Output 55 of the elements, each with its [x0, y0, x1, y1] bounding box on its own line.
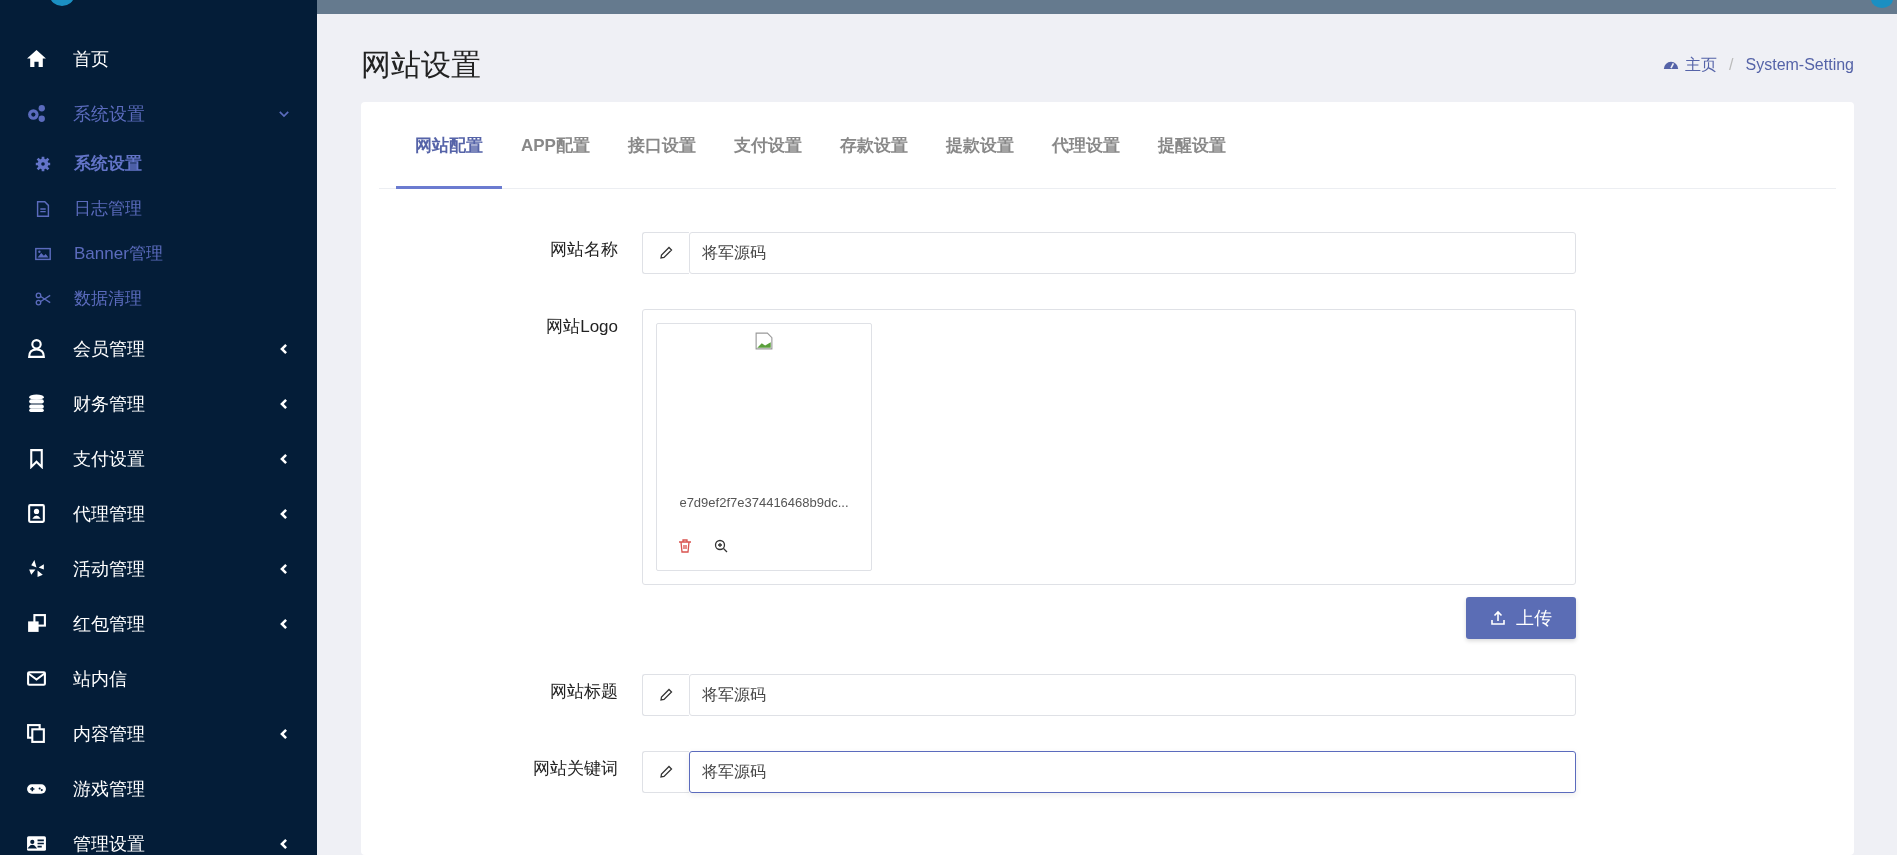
- tab[interactable]: 提款设置: [926, 102, 1033, 189]
- input-field[interactable]: 将军源码: [689, 674, 1576, 716]
- tab[interactable]: 提醒设置: [1138, 102, 1245, 189]
- clone-icon: [26, 613, 47, 634]
- user-icon: [26, 338, 47, 359]
- sidebar-item[interactable]: 代理管理: [0, 486, 317, 541]
- sidebar-item[interactable]: 首页: [0, 31, 317, 86]
- sidebar-item[interactable]: 红包管理: [0, 596, 317, 651]
- sidebar-subitem[interactable]: 数据清理: [0, 276, 317, 321]
- sidebar-subitem[interactable]: 系统设置: [0, 141, 317, 186]
- file-name: e7d9ef2f7e374416468b9dc...: [679, 495, 849, 510]
- sidebar-item[interactable]: 活动管理: [0, 541, 317, 596]
- tab[interactable]: 存款设置: [820, 102, 927, 189]
- database-icon: [26, 393, 47, 414]
- sidebar-item[interactable]: 站内信: [0, 651, 317, 706]
- tab[interactable]: 网站配置: [396, 102, 502, 189]
- breadcrumb-item[interactable]: 主页: [1685, 54, 1718, 76]
- copy-icon: [26, 723, 47, 744]
- home-icon: [26, 48, 47, 69]
- sidebar-item[interactable]: 内容管理: [0, 706, 317, 761]
- pencil-icon: [658, 687, 674, 703]
- sidebar-item[interactable]: 管理设置: [0, 816, 317, 855]
- field-label: 网站标题: [549, 681, 619, 703]
- breadcrumb-separator: /: [1729, 56, 1734, 74]
- upload-button[interactable]: 上传: [1466, 597, 1576, 639]
- gears-icon: [26, 103, 47, 124]
- field-label: 网站Logo: [545, 316, 619, 338]
- pencil-icon: [658, 764, 674, 780]
- sidebar-subitem[interactable]: Banner管理: [0, 231, 317, 276]
- sidebar-item[interactable]: 游戏管理: [0, 761, 317, 816]
- scissors-icon: [34, 289, 52, 308]
- page-title: 网站设置: [361, 46, 481, 83]
- tab[interactable]: 接口设置: [608, 102, 715, 189]
- file-icon: [34, 199, 52, 218]
- sidebar-subitem[interactable]: 日志管理: [0, 186, 317, 231]
- input-field[interactable]: 将军源码: [689, 232, 1576, 274]
- pencil-icon: [658, 245, 674, 261]
- broken-image-icon: [755, 332, 773, 350]
- sidebar-item[interactable]: 会员管理: [0, 321, 317, 376]
- tab[interactable]: 支付设置: [714, 102, 821, 189]
- sidebar-item[interactable]: 财务管理: [0, 376, 317, 431]
- input-field[interactable]: 将军源码: [689, 751, 1576, 793]
- field-label: 网站关键词: [532, 758, 619, 780]
- contact-icon: [26, 503, 47, 524]
- upload-icon: [1490, 610, 1506, 626]
- tab[interactable]: 代理设置: [1032, 102, 1139, 189]
- envelope-icon: [26, 668, 47, 689]
- sidebar-item[interactable]: 系统设置: [0, 86, 317, 141]
- zoom-in-icon[interactable]: [713, 538, 729, 554]
- sidebar-item[interactable]: 支付设置: [0, 431, 317, 486]
- tab[interactable]: APP配置: [502, 102, 609, 189]
- breadcrumb-item: System-Setting: [1745, 56, 1854, 74]
- gear-icon: [34, 154, 52, 173]
- trash-icon[interactable]: [677, 538, 693, 554]
- field-label: 网站名称: [549, 239, 619, 261]
